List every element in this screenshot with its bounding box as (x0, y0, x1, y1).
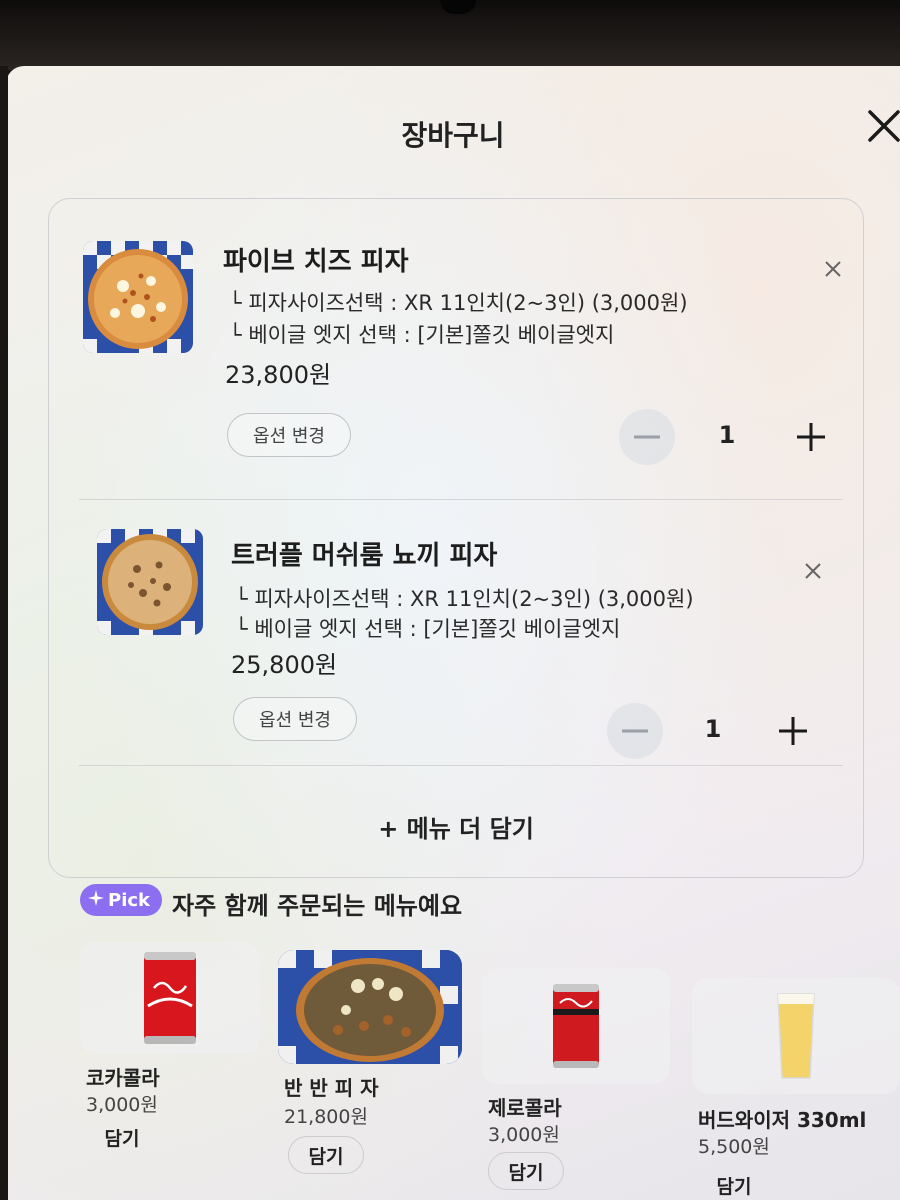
recommendation-item[interactable]: 반 반 피 자 21,800원 담기 (278, 950, 462, 1190)
recommendation-price: 3,000원 (86, 1094, 158, 1116)
pizza-thumbnail (97, 529, 203, 635)
pick-badge: Pick (80, 884, 163, 916)
item-price: 25,800원 (231, 651, 338, 679)
item-price: 23,800원 (225, 361, 332, 389)
recommendation-item[interactable]: 제로콜라 3,000원 담기 (482, 968, 670, 1200)
pizza-thumbnail (83, 241, 193, 353)
device-edge (0, 66, 8, 1200)
recommendation-item[interactable]: 버드와이저 330ml 5,500원 담기 (692, 978, 900, 1200)
add-more-menu-button[interactable]: + 메뉴 더 담기 (49, 809, 863, 844)
add-to-cart-button[interactable]: 담기 (84, 1118, 160, 1156)
item-name: 트러플 머쉬룸 뇨끼 피자 (231, 541, 498, 571)
pick-badge-label: Pick (108, 889, 151, 911)
zero-cola-can-image (482, 968, 670, 1084)
increase-quantity-button[interactable] (783, 409, 839, 465)
add-to-cart-button[interactable]: 담기 (696, 1166, 772, 1200)
item-option: └ 베이글 엣지 선택 : [기본]쫄깃 베이글엣지 (235, 617, 621, 641)
cart-card: 파이브 치즈 피자 └ 피자사이즈선택 : XR 11인치(2~3인) (3,0… (48, 198, 864, 878)
sparkle-icon (88, 889, 104, 911)
remove-item-icon[interactable] (801, 559, 825, 583)
decrease-quantity-button[interactable] (619, 409, 675, 465)
beer-glass-image (692, 978, 900, 1094)
close-icon[interactable] (864, 106, 900, 146)
coca-cola-can-image (80, 942, 260, 1054)
recommendation-price: 3,000원 (488, 1124, 560, 1146)
cart-sheet: 장바구니 파이브 치즈 피자 └ 피자사이즈선택: XR 11인치(2~3인)… (6, 66, 900, 1200)
item-divider (79, 765, 843, 766)
change-options-button[interactable]: 옵션 변경 (227, 413, 351, 457)
item-name: 파이브 치즈 피자 (223, 247, 409, 277)
recommendation-name: 반 반 피 자 (284, 1076, 379, 1100)
recommendation-item[interactable]: 코카콜라 3,000원 담기 (80, 942, 260, 1182)
recommendation-name: 제로콜라 (488, 1096, 562, 1120)
remove-item-icon[interactable] (821, 257, 845, 281)
half-half-pizza-image (278, 950, 462, 1064)
sheet-title: 장바구니 (401, 119, 505, 152)
quantity-value: 1 (718, 421, 736, 449)
item-option: └ 피자사이즈선택 : XR 11인치(2~3인) (3,000원) (229, 291, 688, 315)
cart-item: 파이브 치즈 피자 └ 피자사이즈선택 : XR 11인치(2~3인) (3,0… (49, 199, 865, 499)
item-option: └ 피자사이즈선택 : XR 11인치(2~3인) (3,000원) (235, 587, 694, 611)
quantity-value: 1 (704, 715, 722, 743)
recommendation-name: 코카콜라 (86, 1066, 160, 1090)
increase-quantity-button[interactable] (765, 703, 821, 759)
decrease-quantity-button[interactable] (607, 703, 663, 759)
recommendation-name: 버드와이저 330ml (698, 1108, 867, 1132)
recommendation-title: 자주 함께 주문되는 메뉴예요 (172, 892, 463, 920)
cart-item: 트러플 머쉬룸 뇨끼 피자 └ 피자사이즈선택 : XR 11인치(2~3인) … (49, 499, 865, 779)
change-options-button[interactable]: 옵션 변경 (233, 697, 357, 741)
add-to-cart-button[interactable]: 담기 (288, 1136, 364, 1174)
recommendation-price: 5,500원 (698, 1136, 770, 1158)
item-option: └ 베이글 엣지 선택 : [기본]쫄깃 베이글엣지 (229, 323, 615, 347)
recommendation-price: 21,800원 (284, 1106, 368, 1128)
add-to-cart-button[interactable]: 담기 (488, 1152, 564, 1190)
